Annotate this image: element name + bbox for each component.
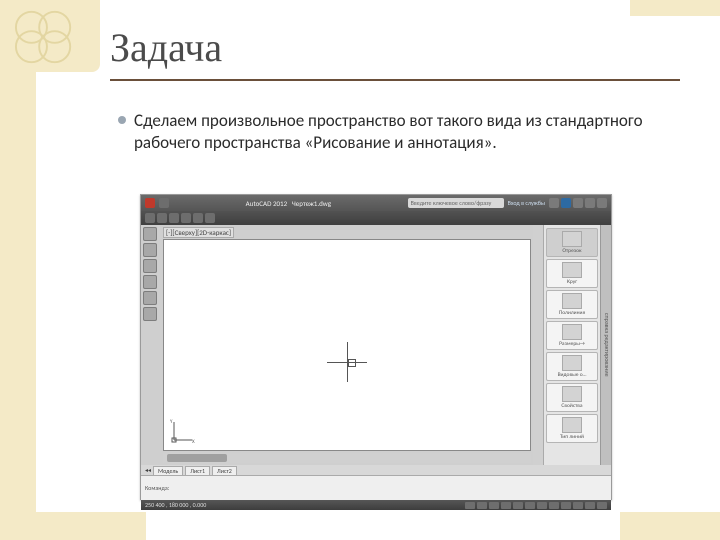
drawing-area-wrap: [-][Сверху][2D-каркас] X Y <box>161 225 533 465</box>
status-bar: 250 400 , 180 000 , 0.000 <box>141 500 611 510</box>
window-title: AutoCAD 2012 Чертеж1.dwg <box>173 199 404 208</box>
palette-item[interactable]: Полилиния <box>546 290 598 319</box>
palette-item[interactable]: Видовые о… <box>546 352 598 381</box>
layout-tabs: ◂◂ Модель Лист1 Лист2 <box>141 465 611 475</box>
qat-plot[interactable] <box>205 213 215 223</box>
status-toggle[interactable] <box>513 502 523 509</box>
quick-access-toolbar <box>141 211 611 225</box>
search-placeholder: Введите ключевое слово/фразу <box>411 199 492 207</box>
qat-button[interactable] <box>159 198 169 208</box>
palette-strip[interactable]: справка редактирование <box>600 225 611 465</box>
titlebar: AutoCAD 2012 Чертеж1.dwg Введите ключево… <box>141 195 611 211</box>
exchange-icon[interactable] <box>549 198 559 208</box>
qat-open[interactable] <box>157 213 167 223</box>
crosshair-cursor <box>327 342 367 382</box>
nav-orbit-icon[interactable] <box>143 275 157 289</box>
nav-zoom-icon[interactable] <box>143 259 157 273</box>
nav-pan-icon[interactable] <box>143 243 157 257</box>
tab-model[interactable]: Модель <box>153 466 183 475</box>
status-toggle[interactable] <box>465 502 475 509</box>
maximize-button[interactable] <box>585 198 595 208</box>
status-toggle[interactable] <box>489 502 499 509</box>
decoration-top-right <box>630 0 720 16</box>
h-scrollbar[interactable] <box>163 453 531 463</box>
slide-title: Задача <box>110 24 680 81</box>
slide-body: Сделаем произвольное пространство вот та… <box>118 110 660 154</box>
qat-new[interactable] <box>145 213 155 223</box>
help-icon[interactable] <box>561 198 571 208</box>
quatrefoil-ornament <box>6 6 84 68</box>
tab-sheet1[interactable]: Лист1 <box>185 466 210 475</box>
login-link[interactable]: Вход в службы <box>508 199 545 207</box>
autocad-window: AutoCAD 2012 Чертеж1.dwg Введите ключево… <box>140 194 612 500</box>
decoration-bottom-left <box>36 512 146 540</box>
status-toggle[interactable] <box>585 502 595 509</box>
app-menu-icon[interactable] <box>145 198 155 208</box>
status-toggle[interactable] <box>537 502 547 509</box>
nav-wheel-icon[interactable] <box>143 291 157 305</box>
status-toggle[interactable] <box>597 502 607 509</box>
palette-item[interactable]: Тип линий <box>546 414 598 443</box>
nav-viewcube-icon[interactable] <box>143 307 157 321</box>
status-toggle[interactable] <box>561 502 571 509</box>
ucs-icon: X Y <box>170 418 196 444</box>
v-scrollbar[interactable] <box>533 225 543 465</box>
palette-item[interactable]: Размеры→ <box>546 321 598 350</box>
tool-palettes: Отрезок Круг Полилиния Размеры→ Видовые … <box>543 225 600 465</box>
svg-text:Y: Y <box>170 419 173 425</box>
status-toggle[interactable] <box>573 502 583 509</box>
palette-item[interactable]: Отрезок <box>546 228 598 257</box>
command-line[interactable]: Команда: <box>141 475 611 500</box>
slide: Задача Сделаем произвольное пространство… <box>0 0 720 540</box>
status-toggle[interactable] <box>477 502 487 509</box>
tab-nav-prev[interactable]: ◂◂ <box>145 466 151 474</box>
decoration-bottom-right <box>620 512 720 540</box>
drawing-area[interactable]: X Y <box>163 239 531 451</box>
palette-item[interactable]: Свойства <box>546 383 598 412</box>
status-coordinates: 250 400 , 180 000 , 0.000 <box>145 501 206 509</box>
bullet-text: Сделаем произвольное пространство вот та… <box>134 110 660 154</box>
search-input[interactable]: Введите ключевое слово/фразу <box>408 198 504 208</box>
status-toggle[interactable] <box>501 502 511 509</box>
qat-redo[interactable] <box>193 213 203 223</box>
command-prompt: Команда: <box>145 484 607 492</box>
bullet-item: Сделаем произвольное пространство вот та… <box>118 110 660 154</box>
tab-sheet2[interactable]: Лист2 <box>212 466 237 475</box>
status-toggle[interactable] <box>549 502 559 509</box>
product-name: AutoCAD 2012 <box>246 199 288 208</box>
qat-save[interactable] <box>169 213 179 223</box>
nav-toolbar <box>141 225 161 465</box>
document-name: Чертеж1.dwg <box>292 199 331 208</box>
decoration-left <box>0 52 36 540</box>
status-toggle[interactable] <box>525 502 535 509</box>
bullet-marker <box>118 116 126 124</box>
nav-home-icon[interactable] <box>143 227 157 241</box>
palette-item[interactable]: Круг <box>546 259 598 288</box>
close-button[interactable] <box>597 198 607 208</box>
qat-undo[interactable] <box>181 213 191 223</box>
minimize-button[interactable] <box>573 198 583 208</box>
svg-text:X: X <box>192 439 195 444</box>
viewport-label[interactable]: [-][Сверху][2D-каркас] <box>163 227 234 238</box>
